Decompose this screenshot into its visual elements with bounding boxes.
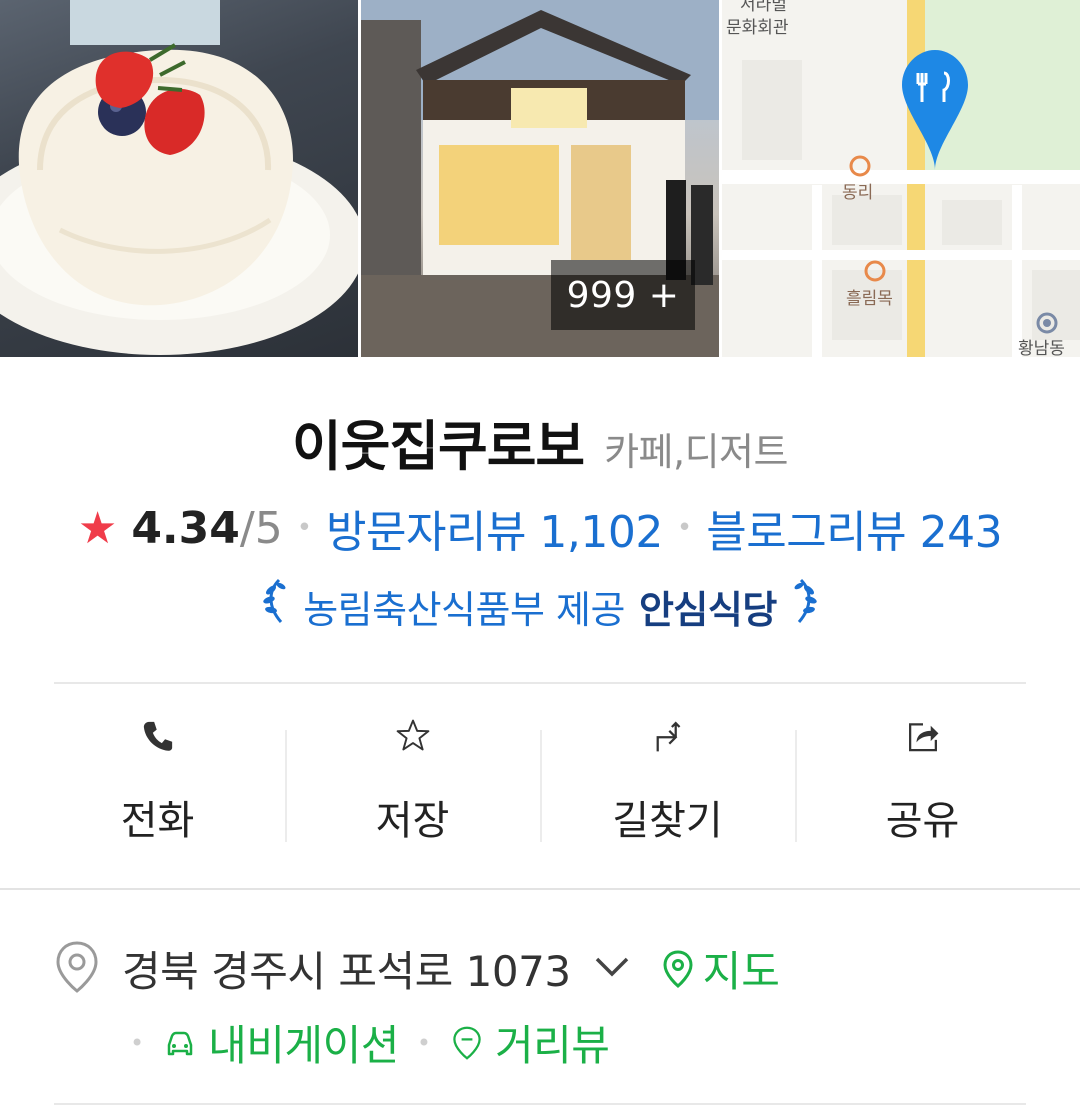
share-label: 공유 — [885, 798, 960, 844]
separator-dot: • — [676, 513, 693, 543]
phone-icon — [143, 721, 172, 751]
map-label-heullimmok: 흘림목 — [846, 289, 893, 309]
save-button[interactable]: 저장 — [285, 716, 540, 846]
star-outline-icon — [396, 719, 429, 751]
divider — [54, 682, 1026, 684]
navigation-link[interactable]: 내비게이션 — [162, 1012, 399, 1073]
certification-provider: 농림축산식품부 제공 — [303, 587, 625, 632]
storefront-photo[interactable]: 999 + — [361, 0, 719, 357]
map-pin-outline-icon — [663, 949, 693, 988]
share-icon — [908, 723, 938, 752]
laurel-left-icon — [259, 576, 289, 636]
directions-icon — [656, 721, 680, 752]
photo-count-badge[interactable]: 999 + — [551, 260, 695, 330]
chevron-down-icon[interactable] — [593, 955, 631, 983]
car-icon — [167, 1031, 193, 1055]
mini-map-art: 서라벌 문화회관 동리 흘림목 황남동 — [722, 0, 1080, 357]
separator-dot: • — [130, 1028, 145, 1057]
rating-row: ★ 4.34/5 • 방문자리뷰 1,102 • 블로그리뷰 243 — [0, 496, 1080, 560]
divider — [0, 888, 1080, 890]
safe-restaurant-badge[interactable]: 농림축산식품부 제공 안심식당 — [0, 576, 1080, 636]
call-button[interactable]: 전화 — [30, 716, 285, 846]
food-photo[interactable] — [0, 0, 358, 357]
rating-star-icon: ★ — [77, 502, 118, 554]
call-label: 전화 — [120, 798, 195, 844]
street-view-label: 거리뷰 — [495, 1021, 610, 1070]
map-link-label: 지도 — [702, 947, 780, 996]
photo-strip: 999 + 서라벌 문화회관 동리 흘림목 황남동 — [0, 0, 1080, 357]
rating-score: 4.34 — [131, 502, 240, 554]
location-pin-icon — [54, 939, 100, 999]
rating-max: /5 — [239, 502, 283, 554]
map-label-culture-hall: 문화회관 — [726, 18, 789, 38]
street-view-icon — [453, 1026, 481, 1060]
navigation-row: • 내비게이션 • 거리뷰 — [130, 1012, 610, 1073]
map-label-dongri: 동리 — [842, 183, 873, 203]
map-label-hwangnamdong: 황남동 — [1018, 339, 1065, 357]
separator-dot: • — [296, 513, 313, 543]
place-category: 카페,디저트 — [604, 430, 788, 474]
address-text[interactable]: 경북 경주시 포석로 1073 — [122, 938, 571, 999]
directions-button[interactable]: 길찾기 — [540, 716, 795, 846]
address-row: 경북 경주시 포석로 1073 지도 — [54, 938, 780, 999]
divider — [54, 1103, 1026, 1105]
mini-map[interactable]: 서라벌 문화회관 동리 흘림목 황남동 — [722, 0, 1080, 357]
food-photo-art — [0, 0, 358, 355]
navigation-label: 내비게이션 — [208, 1021, 399, 1070]
place-name: 이웃집쿠로보 — [292, 415, 585, 478]
save-label: 저장 — [375, 798, 450, 844]
place-title-row: 이웃집쿠로보 카페,디저트 — [0, 402, 1080, 481]
map-link[interactable]: 지도 — [661, 938, 780, 999]
certification-title: 안심식당 — [638, 587, 777, 632]
visitor-reviews-link[interactable]: 방문자리뷰 1,102 — [326, 496, 663, 560]
action-bar: 전화 저장 길찾기 공유 — [30, 716, 1050, 846]
street-view-link[interactable]: 거리뷰 — [449, 1012, 610, 1073]
directions-label: 길찾기 — [612, 798, 723, 844]
map-label-seorabeol: 서라벌 — [740, 0, 787, 15]
laurel-right-icon — [791, 576, 821, 636]
blog-reviews-link[interactable]: 블로그리뷰 243 — [706, 496, 1002, 560]
share-button[interactable]: 공유 — [795, 716, 1050, 846]
separator-dot: • — [416, 1028, 432, 1057]
